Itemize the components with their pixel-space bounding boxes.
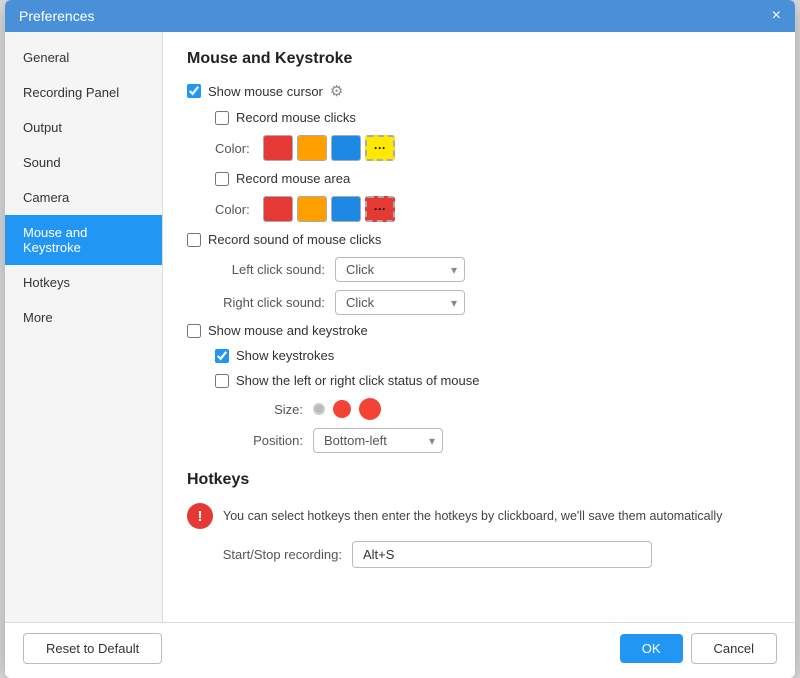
size-options <box>313 398 381 420</box>
title-bar: Preferences × <box>5 0 795 32</box>
right-click-dropdown-wrapper: Click <box>335 290 465 315</box>
position-dropdown-wrapper: Bottom-left <box>313 428 443 453</box>
position-row: Position: Bottom-left <box>187 428 771 453</box>
preferences-dialog: Preferences × General Recording Panel Ou… <box>5 0 795 678</box>
footer: Reset to Default OK Cancel <box>5 622 795 678</box>
show-mouse-keystroke-checkbox[interactable] <box>187 324 201 338</box>
sidebar-item-hotkeys[interactable]: Hotkeys <box>5 265 162 300</box>
content-area: Mouse and Keystroke Show mouse cursor ⚙ … <box>163 32 795 586</box>
show-mouse-keystroke-label: Show mouse and keystroke <box>208 323 368 338</box>
ok-button[interactable]: OK <box>620 634 683 663</box>
size-small[interactable] <box>313 403 325 415</box>
record-sound-label: Record sound of mouse clicks <box>208 232 381 247</box>
show-mouse-cursor-label: Show mouse cursor <box>208 84 323 99</box>
sidebar: General Recording Panel Output Sound Cam… <box>5 32 163 622</box>
record-sound-checkbox[interactable] <box>187 233 201 247</box>
size-label: Size: <box>243 402 303 417</box>
show-click-status-row: Show the left or right click status of m… <box>187 373 771 388</box>
color-swatch-blue-1[interactable] <box>331 135 361 161</box>
left-click-dropdown-wrapper: Click <box>335 257 465 282</box>
size-large[interactable] <box>359 398 381 420</box>
record-mouse-area-label: Record mouse area <box>236 171 350 186</box>
position-dropdown[interactable]: Bottom-left <box>313 428 443 453</box>
sidebar-item-general[interactable]: General <box>5 40 162 75</box>
right-click-sound-row: Right click sound: Click <box>187 290 771 315</box>
show-keystrokes-label: Show keystrokes <box>236 348 334 363</box>
right-click-sound-label: Right click sound: <box>215 295 325 310</box>
record-mouse-clicks-checkbox[interactable] <box>215 111 229 125</box>
show-mouse-keystroke-row: Show mouse and keystroke <box>187 323 771 338</box>
mouse-keystroke-title: Mouse and Keystroke <box>187 50 771 68</box>
left-click-sound-label: Left click sound: <box>215 262 325 277</box>
color-label-2: Color: <box>215 202 253 217</box>
sidebar-item-sound[interactable]: Sound <box>5 145 162 180</box>
dialog-title: Preferences <box>19 8 94 24</box>
hotkeys-title: Hotkeys <box>187 471 771 489</box>
hotkeys-section: Hotkeys ! You can select hotkeys then en… <box>187 471 771 568</box>
show-mouse-cursor-row: Show mouse cursor ⚙ <box>187 82 771 100</box>
color-swatch-orange-1[interactable] <box>297 135 327 161</box>
right-click-sound-dropdown[interactable]: Click <box>335 290 465 315</box>
left-click-sound-dropdown[interactable]: Click <box>335 257 465 282</box>
size-row: Size: <box>187 398 771 420</box>
color-swatch-red-2[interactable] <box>263 196 293 222</box>
record-mouse-clicks-label: Record mouse clicks <box>236 110 356 125</box>
size-medium[interactable] <box>333 400 351 418</box>
record-mouse-clicks-row: Record mouse clicks <box>187 110 771 125</box>
start-stop-row: Start/Stop recording: <box>187 541 771 568</box>
show-keystrokes-row: Show keystrokes <box>187 348 771 363</box>
color-swatch-custom-1[interactable]: ··· <box>365 135 395 161</box>
sidebar-item-recording-panel[interactable]: Recording Panel <box>5 75 162 110</box>
record-sound-row: Record sound of mouse clicks <box>187 232 771 247</box>
info-box: ! You can select hotkeys then enter the … <box>187 503 771 529</box>
start-stop-input[interactable] <box>352 541 652 568</box>
sidebar-item-mouse-keystroke[interactable]: Mouse and Keystroke <box>5 215 162 265</box>
color-row-1: Color: ··· <box>187 135 771 161</box>
color-row-2: Color: ··· <box>187 196 771 222</box>
sidebar-item-camera[interactable]: Camera <box>5 180 162 215</box>
gear-icon[interactable]: ⚙ <box>330 82 343 100</box>
reset-button[interactable]: Reset to Default <box>23 633 162 664</box>
color-swatch-custom-2[interactable]: ··· <box>365 196 395 222</box>
cancel-button[interactable]: Cancel <box>691 633 777 664</box>
info-icon: ! <box>187 503 213 529</box>
show-keystrokes-checkbox[interactable] <box>215 349 229 363</box>
sidebar-item-more[interactable]: More <box>5 300 162 335</box>
record-mouse-area-checkbox[interactable] <box>215 172 229 186</box>
info-text: You can select hotkeys then enter the ho… <box>223 509 722 523</box>
color-label-1: Color: <box>215 141 253 156</box>
show-click-status-checkbox[interactable] <box>215 374 229 388</box>
sidebar-item-output[interactable]: Output <box>5 110 162 145</box>
show-mouse-cursor-checkbox[interactable] <box>187 84 201 98</box>
footer-right-buttons: OK Cancel <box>620 633 777 664</box>
position-label: Position: <box>243 433 303 448</box>
color-swatch-blue-2[interactable] <box>331 196 361 222</box>
dialog-body: General Recording Panel Output Sound Cam… <box>5 32 795 622</box>
content-wrapper: Mouse and Keystroke Show mouse cursor ⚙ … <box>163 32 795 622</box>
show-click-status-label: Show the left or right click status of m… <box>236 373 480 388</box>
color-swatch-red-1[interactable] <box>263 135 293 161</box>
left-click-sound-row: Left click sound: Click <box>187 257 771 282</box>
close-button[interactable]: × <box>772 8 781 24</box>
start-stop-label: Start/Stop recording: <box>187 547 342 562</box>
color-swatch-orange-2[interactable] <box>297 196 327 222</box>
record-mouse-area-row: Record mouse area <box>187 171 771 186</box>
